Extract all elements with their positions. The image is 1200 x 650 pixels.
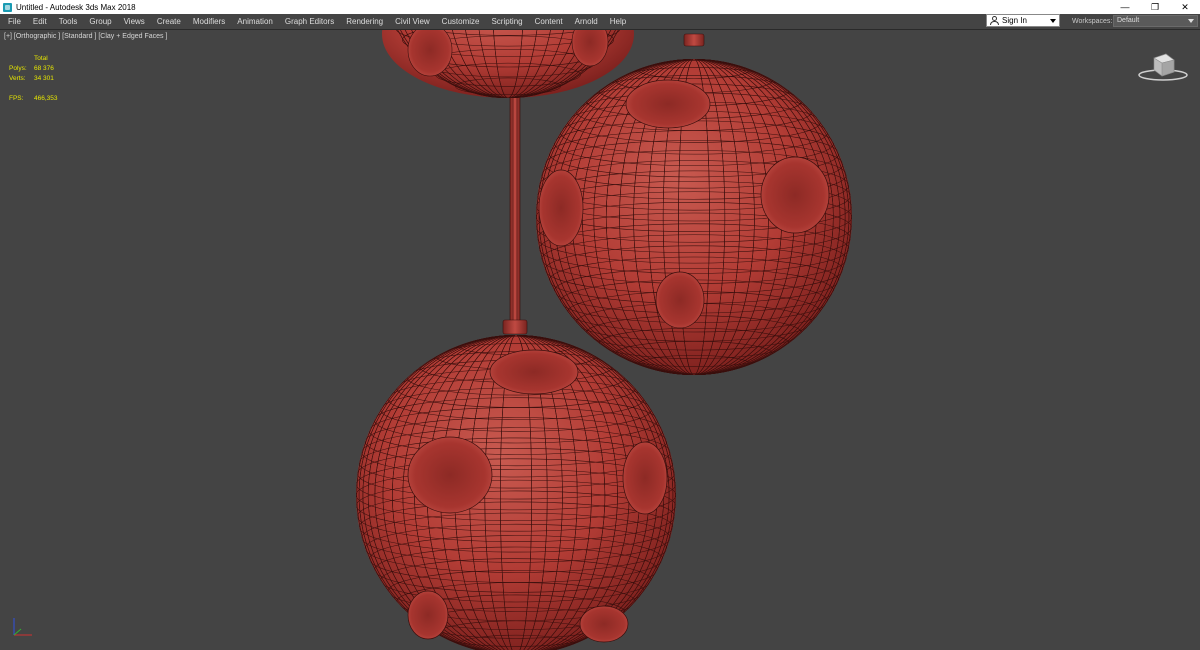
menu-bar: File Edit Tools Group Views Create Modif… xyxy=(0,14,1200,30)
menu-content[interactable]: Content xyxy=(529,14,569,29)
fps-value: 466,353 xyxy=(34,95,58,102)
restore-button[interactable]: ❐ xyxy=(1140,0,1170,14)
polys-label: Polys: xyxy=(9,65,27,72)
menu-graph-editors[interactable]: Graph Editors xyxy=(279,14,340,29)
chevron-down-icon xyxy=(1050,19,1056,23)
menu-animation[interactable]: Animation xyxy=(231,14,279,29)
sphere-top[interactable] xyxy=(382,30,634,98)
viewport-label-menu[interactable]: [+] [Orthographic ] [Standard ] [Clay + … xyxy=(4,33,167,40)
window-controls: — ❐ ✕ xyxy=(1110,0,1200,14)
sphere-bottom[interactable] xyxy=(356,335,676,650)
menu-rendering[interactable]: Rendering xyxy=(340,14,389,29)
minimize-button[interactable]: — xyxy=(1110,0,1140,14)
menu-help[interactable]: Help xyxy=(604,14,632,29)
workspaces-select[interactable]: Default xyxy=(1113,15,1198,27)
window-title: Untitled - Autodesk 3ds Max 2018 xyxy=(16,2,136,12)
workspaces-value: Default xyxy=(1117,17,1140,24)
verts-value: 34 301 xyxy=(34,75,54,82)
app-window: Untitled - Autodesk 3ds Max 2018 — ❐ ✕ F… xyxy=(0,0,1200,650)
menu-scripting[interactable]: Scripting xyxy=(485,14,528,29)
3ds-max-icon xyxy=(3,2,12,12)
menu-customize[interactable]: Customize xyxy=(436,14,486,29)
menu-create[interactable]: Create xyxy=(151,14,187,29)
perspective-viewport[interactable]: [+] [Orthographic ] [Standard ] [Clay + … xyxy=(0,30,1200,650)
menu-tools[interactable]: Tools xyxy=(53,14,84,29)
menu-edit[interactable]: Edit xyxy=(27,14,53,29)
statistics-overlay: Total Polys: 68 376 Verts: 34 301 FPS: 466,… xyxy=(9,54,58,104)
axis-gizmo-icon xyxy=(13,618,32,636)
workspaces-label: Workspaces: xyxy=(1072,18,1113,25)
menu-group[interactable]: Group xyxy=(83,14,117,29)
sign-in-dropdown[interactable]: Sign In xyxy=(986,14,1060,27)
menu-arnold[interactable]: Arnold xyxy=(569,14,604,29)
menu-modifiers[interactable]: Modifiers xyxy=(187,14,231,29)
sphere-right[interactable] xyxy=(536,59,852,375)
fps-label: FPS: xyxy=(9,95,24,102)
sign-in-label: Sign In xyxy=(1002,16,1027,25)
sphere-cap xyxy=(502,319,528,335)
stats-header: Total xyxy=(34,55,48,62)
viewcube-icon[interactable] xyxy=(1136,50,1190,84)
polys-value: 68 376 xyxy=(34,65,54,72)
sphere-cap xyxy=(683,33,705,47)
menu-views[interactable]: Views xyxy=(118,14,151,29)
menu-civil-view[interactable]: Civil View xyxy=(389,14,436,29)
viewport-scene[interactable] xyxy=(0,30,1200,650)
chevron-down-icon xyxy=(1188,19,1194,23)
title-bar: Untitled - Autodesk 3ds Max 2018 — ❐ ✕ xyxy=(0,0,1200,14)
user-icon xyxy=(990,16,999,25)
menu-file[interactable]: File xyxy=(0,14,27,29)
verts-label: Verts: xyxy=(9,75,26,82)
close-button[interactable]: ✕ xyxy=(1170,0,1200,14)
